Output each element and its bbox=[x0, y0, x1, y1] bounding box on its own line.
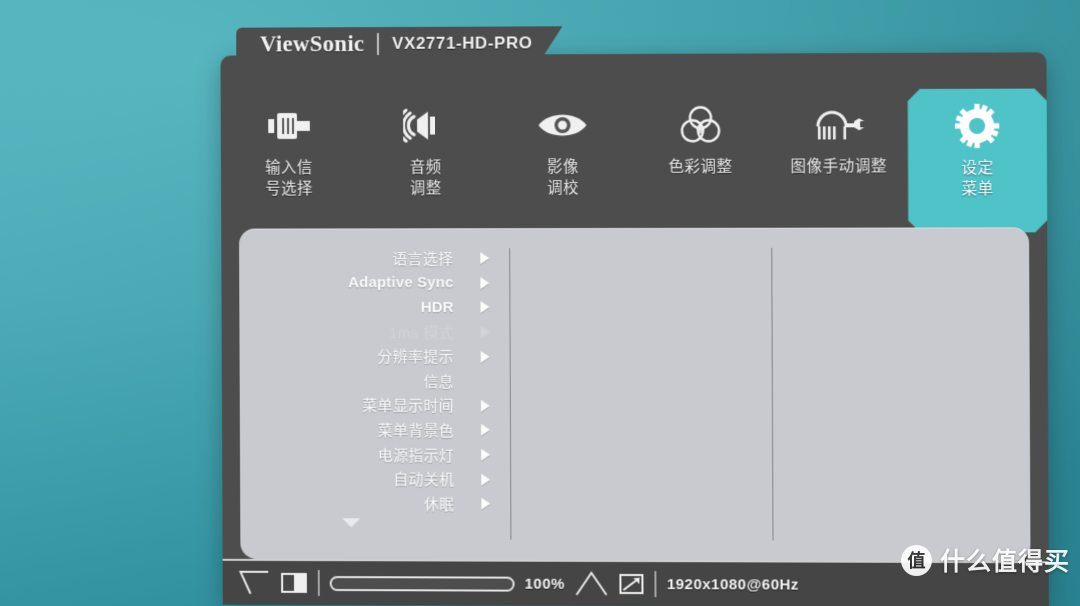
chevron-right-icon bbox=[480, 277, 490, 290]
tab-label-input-select: 输入信 号选择 bbox=[265, 159, 313, 198]
osd-menu-window: ViewSonic VX2771-HD-PRO 输入信 号选择 音频 调整 影像… bbox=[208, 24, 1049, 606]
menu-item-label: HDR bbox=[420, 299, 454, 317]
menu-item-label: 电源指示灯 bbox=[377, 447, 455, 465]
contrast-icon bbox=[280, 572, 308, 594]
menu-item-label: 分辨率提示 bbox=[377, 349, 454, 367]
menu-item-label: 1ms 模式 bbox=[389, 324, 454, 342]
chevron-right-icon bbox=[481, 448, 491, 461]
tab-label-view-mode: 影像 调校 bbox=[546, 159, 579, 198]
osd-title-bar: ViewSonic VX2771-HD-PRO bbox=[236, 26, 562, 61]
menu-item[interactable]: 语言选择 bbox=[239, 246, 503, 271]
menu-item-label: 休眠 bbox=[423, 496, 455, 514]
chevron-right-icon bbox=[480, 399, 490, 412]
chevron-right-icon bbox=[481, 497, 491, 510]
menu-item-label: Adaptive Sync bbox=[348, 274, 454, 292]
bracket-mid-icon bbox=[575, 571, 609, 597]
chevron-right-icon bbox=[480, 301, 490, 314]
menu-item[interactable]: 信息 bbox=[240, 369, 504, 394]
menu-item-label: 自动关机 bbox=[393, 471, 455, 489]
status-divider-1 bbox=[317, 570, 320, 596]
contrast-slider[interactable] bbox=[329, 575, 515, 592]
speaker-icon bbox=[403, 103, 449, 149]
brightness-icon bbox=[619, 573, 645, 595]
tab-label-color-adjust: 色彩调整 bbox=[668, 158, 733, 176]
chevron-right-icon bbox=[480, 326, 490, 339]
tab-view-mode[interactable]: 影像 调校 bbox=[494, 88, 632, 224]
menu-item-label: 菜单背景色 bbox=[377, 422, 455, 440]
menu-item[interactable]: 自动关机 bbox=[240, 467, 504, 492]
menu-item[interactable]: 分辨率提示 bbox=[240, 344, 504, 369]
chevron-down-icon bbox=[342, 517, 361, 527]
tab-label-manual-image-adjust: 图像手动调整 bbox=[790, 158, 888, 176]
osd-tab-row: 输入信 号选择 音频 调整 影像 调校 色彩调整 图像手动调整 设定 菜单 bbox=[221, 87, 1048, 237]
tab-manual-image-adjust[interactable]: 图像手动调整 bbox=[769, 87, 908, 224]
viewsonic-brand-logo: ViewSonic bbox=[259, 31, 365, 57]
chevron-right-icon bbox=[481, 473, 491, 486]
settings-menu-list: 语言选择 Adaptive Sync HDR 1ms 模式分辨率提示信息菜单显示时间菜… bbox=[239, 246, 504, 527]
input-connector-icon bbox=[266, 103, 312, 149]
menu-item[interactable]: 电源指示灯 bbox=[240, 442, 504, 467]
menu-item-label: 语言选择 bbox=[392, 251, 454, 269]
contrast-value-label: 100% bbox=[524, 575, 565, 593]
menu-item[interactable]: 菜单显示时间 bbox=[240, 393, 504, 418]
tab-color-adjust[interactable]: 色彩调整 bbox=[631, 87, 770, 223]
tab-audio-adjust[interactable]: 音频 调整 bbox=[357, 88, 494, 224]
chevron-right-icon bbox=[480, 350, 490, 363]
menu-item[interactable]: 休眠 bbox=[240, 491, 504, 516]
gear-icon bbox=[954, 103, 1001, 149]
chevron-right-icon bbox=[480, 252, 490, 265]
resolution-label: 1920x1080@60Hz bbox=[666, 575, 799, 594]
menu-item-label: 信息 bbox=[423, 373, 455, 391]
menu-item-label: 菜单显示时间 bbox=[362, 398, 455, 416]
scroll-down-indicator[interactable] bbox=[240, 517, 504, 528]
chevron-right-icon bbox=[481, 424, 491, 437]
tab-label-setup-menu: 设定 菜单 bbox=[961, 160, 994, 199]
tab-setup-menu[interactable]: 设定 菜单 bbox=[908, 89, 1048, 233]
menu-item[interactable]: Adaptive Sync bbox=[239, 271, 503, 296]
bracket-left-icon bbox=[237, 570, 271, 596]
menu-item[interactable]: 菜单背景色 bbox=[240, 418, 504, 443]
osd-content-panel: 语言选择 Adaptive Sync HDR 1ms 模式分辨率提示信息菜单显示时间菜… bbox=[239, 227, 1031, 562]
color-circles-icon bbox=[677, 102, 723, 148]
column-divider-1 bbox=[509, 248, 512, 540]
eye-icon bbox=[537, 102, 589, 148]
status-divider-2 bbox=[654, 571, 657, 598]
title-divider bbox=[377, 33, 379, 55]
osd-status-bar: 100% 1920x1080@60Hz bbox=[222, 558, 1049, 606]
column-divider-2 bbox=[771, 247, 774, 541]
menu-item[interactable]: HDR bbox=[239, 295, 503, 320]
tab-label-audio-adjust: 音频 调整 bbox=[409, 159, 442, 198]
tab-input-select[interactable]: 输入信 号选择 bbox=[221, 89, 358, 225]
menu-item: 1ms 模式 bbox=[239, 320, 503, 345]
monitor-model-label: VX2771-HD-PRO bbox=[392, 33, 533, 53]
image-wrench-icon bbox=[811, 101, 866, 147]
